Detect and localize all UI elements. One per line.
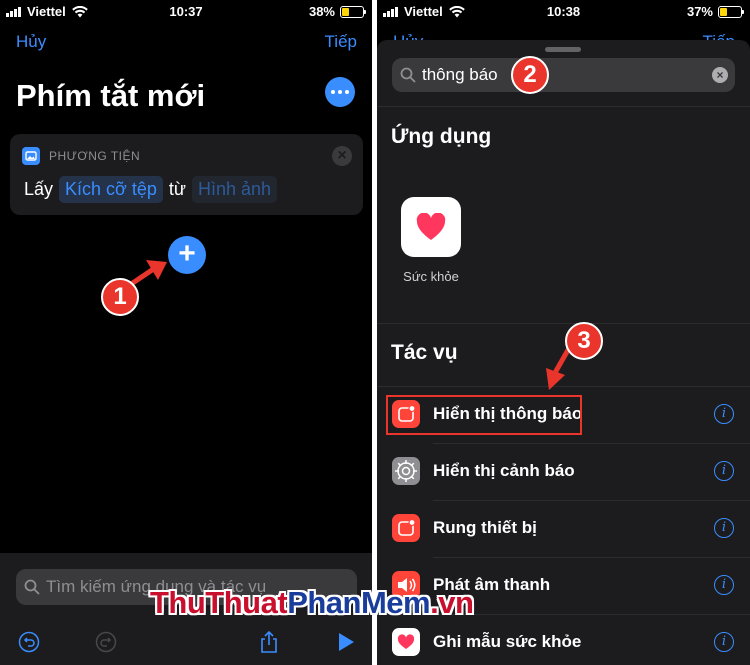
info-icon[interactable]: i bbox=[714, 632, 734, 652]
action-label: Hiển thị cảnh báo bbox=[433, 461, 575, 480]
cancel-button[interactable]: Hủy bbox=[16, 32, 46, 52]
battery-status: 38% bbox=[308, 4, 366, 19]
share-icon bbox=[261, 630, 277, 653]
divider bbox=[377, 323, 750, 324]
search-icon bbox=[24, 579, 40, 595]
play-icon bbox=[339, 633, 354, 651]
run-button[interactable] bbox=[334, 630, 358, 654]
action-preposition: từ bbox=[168, 179, 186, 199]
close-icon: × bbox=[716, 68, 724, 82]
notification-icon bbox=[392, 514, 420, 542]
search-field[interactable]: thông báo × bbox=[392, 58, 735, 92]
info-icon[interactable]: i bbox=[714, 518, 734, 538]
highlight-box bbox=[386, 395, 582, 435]
right-screen: Viettel 10:38 37% Hủy Tiếp thông báo × Ứ… bbox=[377, 0, 750, 665]
heart-icon bbox=[392, 628, 420, 656]
heart-icon bbox=[416, 213, 446, 240]
sheet-grabber[interactable] bbox=[545, 47, 581, 52]
action-row-show-alert[interactable]: Hiển thị cảnh báo i bbox=[377, 444, 750, 501]
info-icon[interactable]: i bbox=[714, 404, 734, 424]
watermark: ThuThuatPhanMem.vn bbox=[150, 585, 474, 620]
actions-section-title: Tác vụ bbox=[391, 341, 458, 364]
remove-action-button[interactable]: × bbox=[332, 146, 352, 166]
gear-icon bbox=[392, 457, 420, 485]
page-title: Phím tắt mới bbox=[16, 78, 206, 113]
step-badge-2: 2 bbox=[511, 56, 549, 94]
info-icon[interactable]: i bbox=[714, 461, 734, 481]
battery-percent: 38% bbox=[308, 4, 335, 19]
action-category: PHƯƠNG TIỆN bbox=[49, 149, 141, 163]
info-icon[interactable]: i bbox=[714, 575, 734, 595]
battery-icon bbox=[718, 5, 744, 18]
parameter-token[interactable]: Kích cỡ tệp bbox=[59, 176, 163, 203]
status-bar: Viettel 10:37 38% bbox=[0, 0, 372, 22]
app-health-label: Sức khỏe bbox=[403, 269, 459, 284]
battery-status: 37% bbox=[686, 4, 744, 19]
add-action-button[interactable]: + bbox=[168, 236, 206, 274]
action-row-vibrate[interactable]: Rung thiết bị i bbox=[377, 501, 750, 558]
undo-icon bbox=[18, 631, 40, 653]
source-token[interactable]: Hình ảnh bbox=[191, 176, 278, 203]
divider bbox=[377, 106, 750, 107]
app-health[interactable] bbox=[401, 197, 461, 257]
action-row-log-health-sample[interactable]: Ghi mẫu sức khỏe i bbox=[377, 615, 750, 665]
action-search-sheet: thông báo × Ứng dụng Sức khỏe Tác vụ Hiể… bbox=[377, 40, 750, 665]
step-badge-3: 3 bbox=[565, 322, 603, 360]
step-badge-1: 1 bbox=[101, 278, 139, 316]
action-sentence: Lấy Kích cỡ tệp từ Hình ảnh bbox=[24, 176, 278, 203]
action-label: Rung thiết bị bbox=[433, 518, 537, 537]
undo-button[interactable] bbox=[17, 630, 41, 654]
search-icon bbox=[400, 67, 416, 83]
clear-search-button[interactable]: × bbox=[712, 67, 728, 83]
close-icon: × bbox=[337, 147, 347, 164]
next-button[interactable]: Tiếp bbox=[325, 32, 357, 52]
status-bar: Viettel 10:38 37% bbox=[377, 0, 750, 22]
left-screen: Viettel 10:37 38% Hủy Tiếp Phím tắt mới … bbox=[0, 0, 372, 665]
share-button[interactable] bbox=[257, 630, 281, 654]
battery-icon bbox=[340, 5, 366, 18]
battery-percent: 37% bbox=[686, 4, 713, 19]
action-label: Ghi mẫu sức khỏe bbox=[433, 632, 582, 651]
action-verb: Lấy bbox=[24, 179, 54, 199]
apps-section-title: Ứng dụng bbox=[391, 125, 492, 148]
redo-icon bbox=[95, 631, 117, 653]
search-value: thông báo bbox=[422, 65, 498, 84]
photos-icon bbox=[22, 147, 40, 165]
redo-button[interactable] bbox=[94, 630, 118, 654]
ellipsis-icon bbox=[331, 90, 335, 94]
plus-icon: + bbox=[178, 237, 196, 270]
action-card[interactable]: PHƯƠNG TIỆN × Lấy Kích cỡ tệp từ Hình ản… bbox=[10, 134, 363, 215]
more-options-button[interactable] bbox=[325, 77, 355, 107]
